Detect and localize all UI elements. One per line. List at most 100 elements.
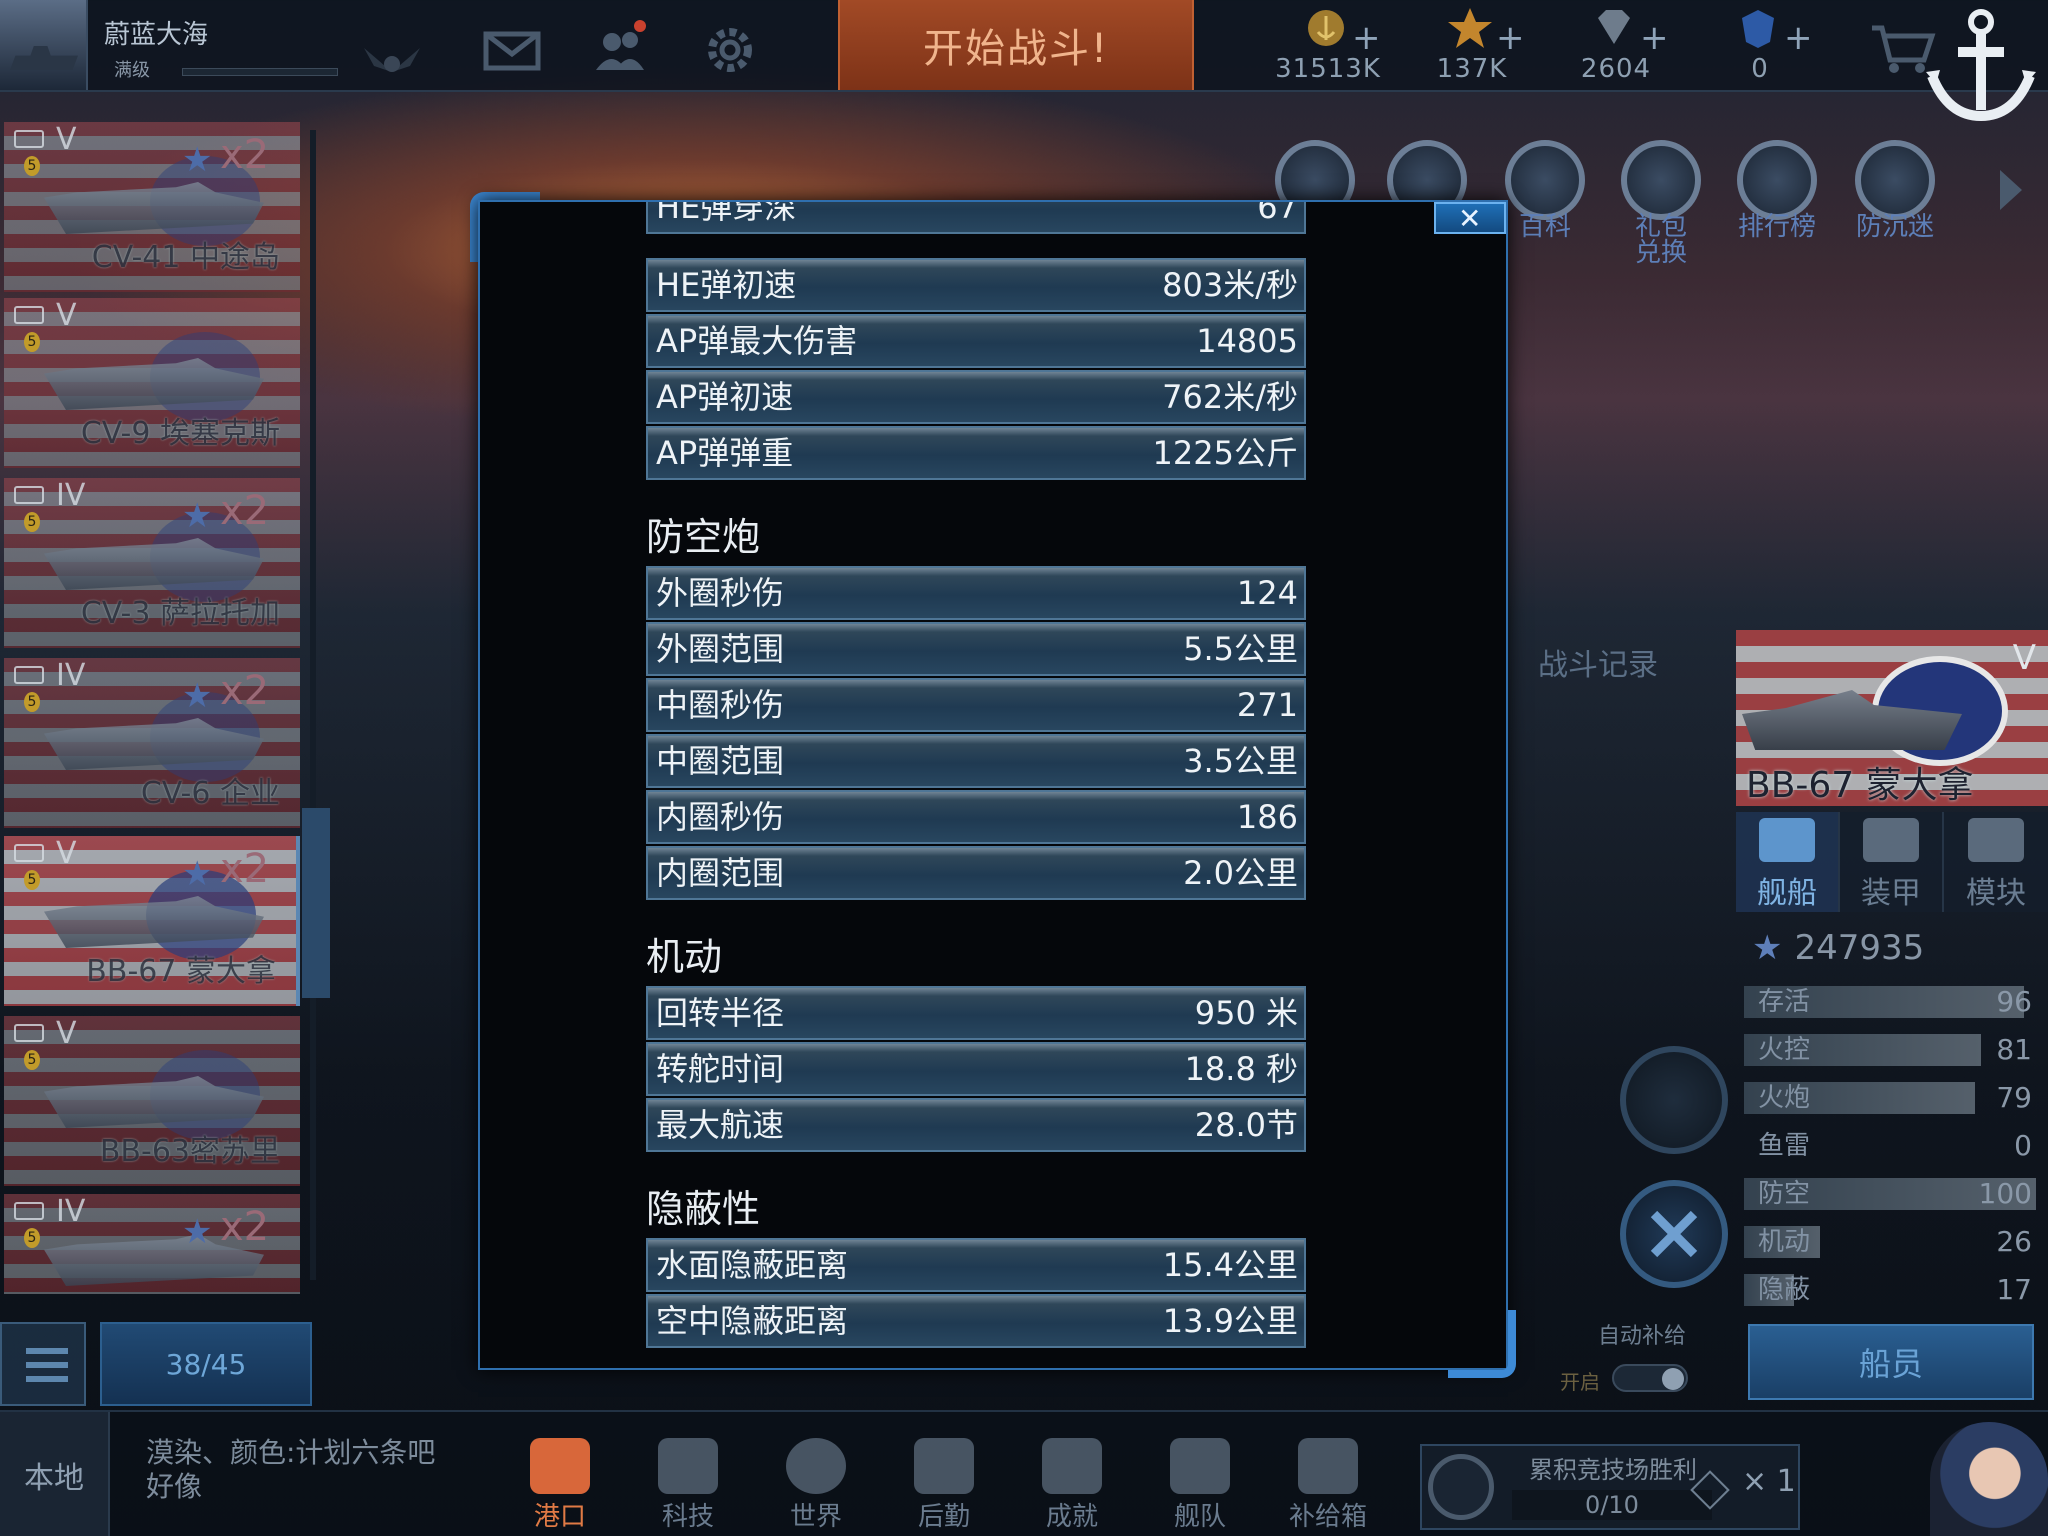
merit-value: 137K [1436,54,1508,84]
ship-portrait: V BB-67 蒙大拿 [1736,630,2048,806]
repair-tools-button[interactable] [1620,1180,1728,1288]
arena-reward-panel[interactable]: 累积竞技场胜利 0/10 × 1 [1420,1444,1800,1530]
ship-card[interactable]: IV 5 ★ x2 CV-6 企业 [4,658,300,828]
ship-card[interactable]: V 5 CV-9 埃塞克斯 [4,298,300,468]
chat-message[interactable]: 漠染、颜色:计划六条吧好像 [146,1436,436,1504]
battle-record-link[interactable]: 战斗记录 [1538,640,1658,684]
captain-avatar[interactable] [1930,1422,2048,1536]
nav-supply-box[interactable]: 补给箱 [1268,1412,1388,1536]
star-icon: ★ [182,676,213,716]
chat-channel-tab[interactable]: 本地 [0,1412,110,1536]
ship-list-scroll-thumb[interactable] [302,808,330,998]
attribute-row: 存活 96 [1744,986,2036,1018]
stat-row: AP弹弹重 1225公斤 [646,426,1306,480]
badge-currency[interactable]: + 0 [1690,0,1830,90]
merit-currency[interactable]: + 137K [1402,0,1542,90]
star-medal-icon [1448,8,1492,48]
gift-exchange-button[interactable]: 礼包兑换 [1606,140,1716,266]
nav-achievement[interactable]: 成就 [1012,1412,1132,1536]
nav-tech[interactable]: 科技 [628,1412,748,1536]
ship-list-scrollbar[interactable] [310,130,316,1280]
level-badge: 5 [24,1228,40,1248]
progress-ring-icon [1428,1454,1494,1520]
arena-reward-progress: 0/10 [1585,1491,1639,1519]
tab-ship[interactable]: 舰船 [1736,812,1840,912]
module-icon [1968,818,2024,862]
close-button[interactable]: ✕ [1434,202,1506,234]
friends-icon[interactable] [590,20,650,80]
nav-world[interactable]: 世界 [756,1412,876,1536]
level-badge: 5 [24,332,40,352]
ship-tier: IV [56,1194,86,1229]
attribute-row: 机动 26 [1744,1226,2036,1258]
help-icon [1505,140,1585,220]
level-badge: 5 [24,870,40,890]
stat-row: HE弹穿深 67 [646,202,1306,234]
star-icon: ★ [182,1212,213,1252]
ship-card[interactable]: V 5 ★ x2 CV-41 中途岛 [4,122,300,292]
player-avatar[interactable] [0,0,88,90]
battleship-type-icon [14,1024,44,1042]
stat-row: HE弹初速 803米/秒 [646,258,1306,312]
multiplier: x2 [220,1204,270,1250]
tab-module[interactable]: 模块 [1944,812,2048,912]
multiplier: x2 [220,668,270,714]
battleship-type-icon [14,1202,44,1220]
level-badge: 5 [24,692,40,712]
ship-name: BB-67 蒙大拿 [1746,765,1974,806]
ship-icon [1759,818,1815,862]
ship-card[interactable]: V 5 BB-63密苏里 [4,1016,300,1186]
add-badge-icon[interactable]: + [1784,18,1813,58]
player-level: 满级 [114,60,150,81]
mail-icon[interactable] [482,20,542,80]
bottom-bar: 本地 漠染、颜色:计划六条吧好像 港口 科技 世界 后勤 成就 舰队 补给箱 累… [0,1410,2048,1536]
achievement-icon [1042,1438,1102,1494]
emblem-button[interactable] [1620,1046,1728,1154]
ship-name: BB-63密苏里 [99,1134,280,1169]
diamond-value: 2604 [1580,54,1652,84]
ranking-button[interactable]: 排行榜 [1722,140,1832,260]
tab-armor[interactable]: 装甲 [1840,812,1944,912]
crew-button[interactable]: 船员 [1748,1324,2034,1400]
carrier-type-icon [14,666,44,684]
auto-supply-toggle[interactable] [1612,1364,1688,1392]
nav-logistics[interactable]: 后勤 [884,1412,1004,1536]
stat-row: AP弹初速 762米/秒 [646,370,1306,424]
auto-supply-label: 自动补给 [1598,1324,1687,1349]
ship-tier: V [56,298,77,333]
multiplier: x2 [220,488,270,534]
anti-addiction-button[interactable]: 防沉迷 [1840,140,1950,260]
gear-icon[interactable] [700,20,760,80]
ship-card-selected[interactable]: V 5 ★ x2 BB-67 蒙大拿 [4,836,300,1006]
power-score: ★ 247935 [1752,928,1924,968]
ship-stats-modal: HE弹穿深 67 HE弹初速 803米/秒 AP弹最大伤害 14805 AP弹初速 76… [478,200,1508,1370]
ship-card[interactable]: IV 5 ★ x2 [4,1194,300,1294]
diamond-icon [1598,10,1630,44]
gold-currency[interactable]: + 31513K [1258,0,1398,90]
list-menu-button[interactable] [0,1322,86,1406]
anchor-icon[interactable] [1918,0,2044,130]
add-diamond-icon[interactable]: + [1640,18,1669,58]
stat-row: 内圈范围 2.0公里 [646,846,1306,900]
xp-bar [182,68,338,76]
stat-row: AP弹最大伤害 14805 [646,314,1306,368]
start-battle-button[interactable]: 开始战斗! [838,0,1194,90]
ranking-icon [1737,140,1817,220]
diamond-currency[interactable]: + 2604 [1546,0,1686,90]
wrench-icon [1650,1210,1698,1258]
rank-wings-icon[interactable] [360,42,424,76]
chevron-right-icon[interactable] [1990,150,2034,230]
modal-corner-decoration [1448,1310,1516,1378]
nav-port[interactable]: 港口 [500,1412,620,1536]
ship-card[interactable]: IV 5 ★ x2 CV-3 萨拉托加 [4,478,300,648]
armor-icon [1863,818,1919,862]
supply-box-icon [1298,1438,1358,1494]
ship-stats-scroll[interactable]: HE弹穿深 67 HE弹初速 803米/秒 AP弹最大伤害 14805 AP弹初速 76… [480,202,1506,1368]
stat-row: 外圈范围 5.5公里 [646,622,1306,676]
battleship-type-icon [14,844,44,862]
star-icon: ★ [182,496,213,536]
add-gold-icon[interactable]: + [1352,18,1381,58]
add-merit-icon[interactable]: + [1496,18,1525,58]
nav-fleet[interactable]: 舰队 [1140,1412,1260,1536]
player-name: 蔚蓝大海 [104,20,209,50]
